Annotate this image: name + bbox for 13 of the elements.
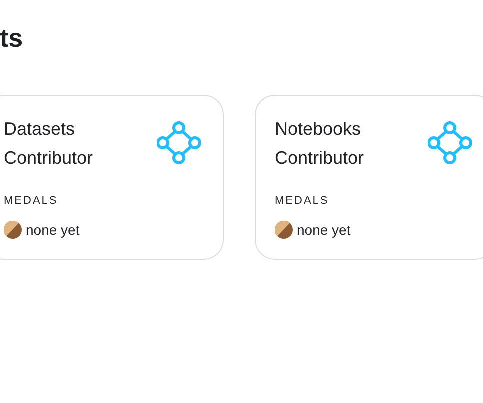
medals-label: MEDALS xyxy=(4,194,60,209)
medal-icon xyxy=(275,221,293,239)
medals-value: none yet xyxy=(26,220,80,240)
card-title: Notebooks Contributor xyxy=(275,118,366,170)
card-title: Datasets Contributor xyxy=(4,118,94,170)
network-icon xyxy=(428,121,472,165)
medals-value: none yet xyxy=(297,220,351,240)
achievement-card[interactable]: Notebooks Contributor MEDALS none yet xyxy=(255,95,483,260)
network-icon xyxy=(157,121,201,165)
medals-label: MEDALS xyxy=(275,194,330,209)
achievement-card[interactable]: Datasets Contributor MEDALS none yet xyxy=(0,95,224,260)
medal-icon xyxy=(4,221,22,239)
section-heading: ts xyxy=(0,22,24,54)
